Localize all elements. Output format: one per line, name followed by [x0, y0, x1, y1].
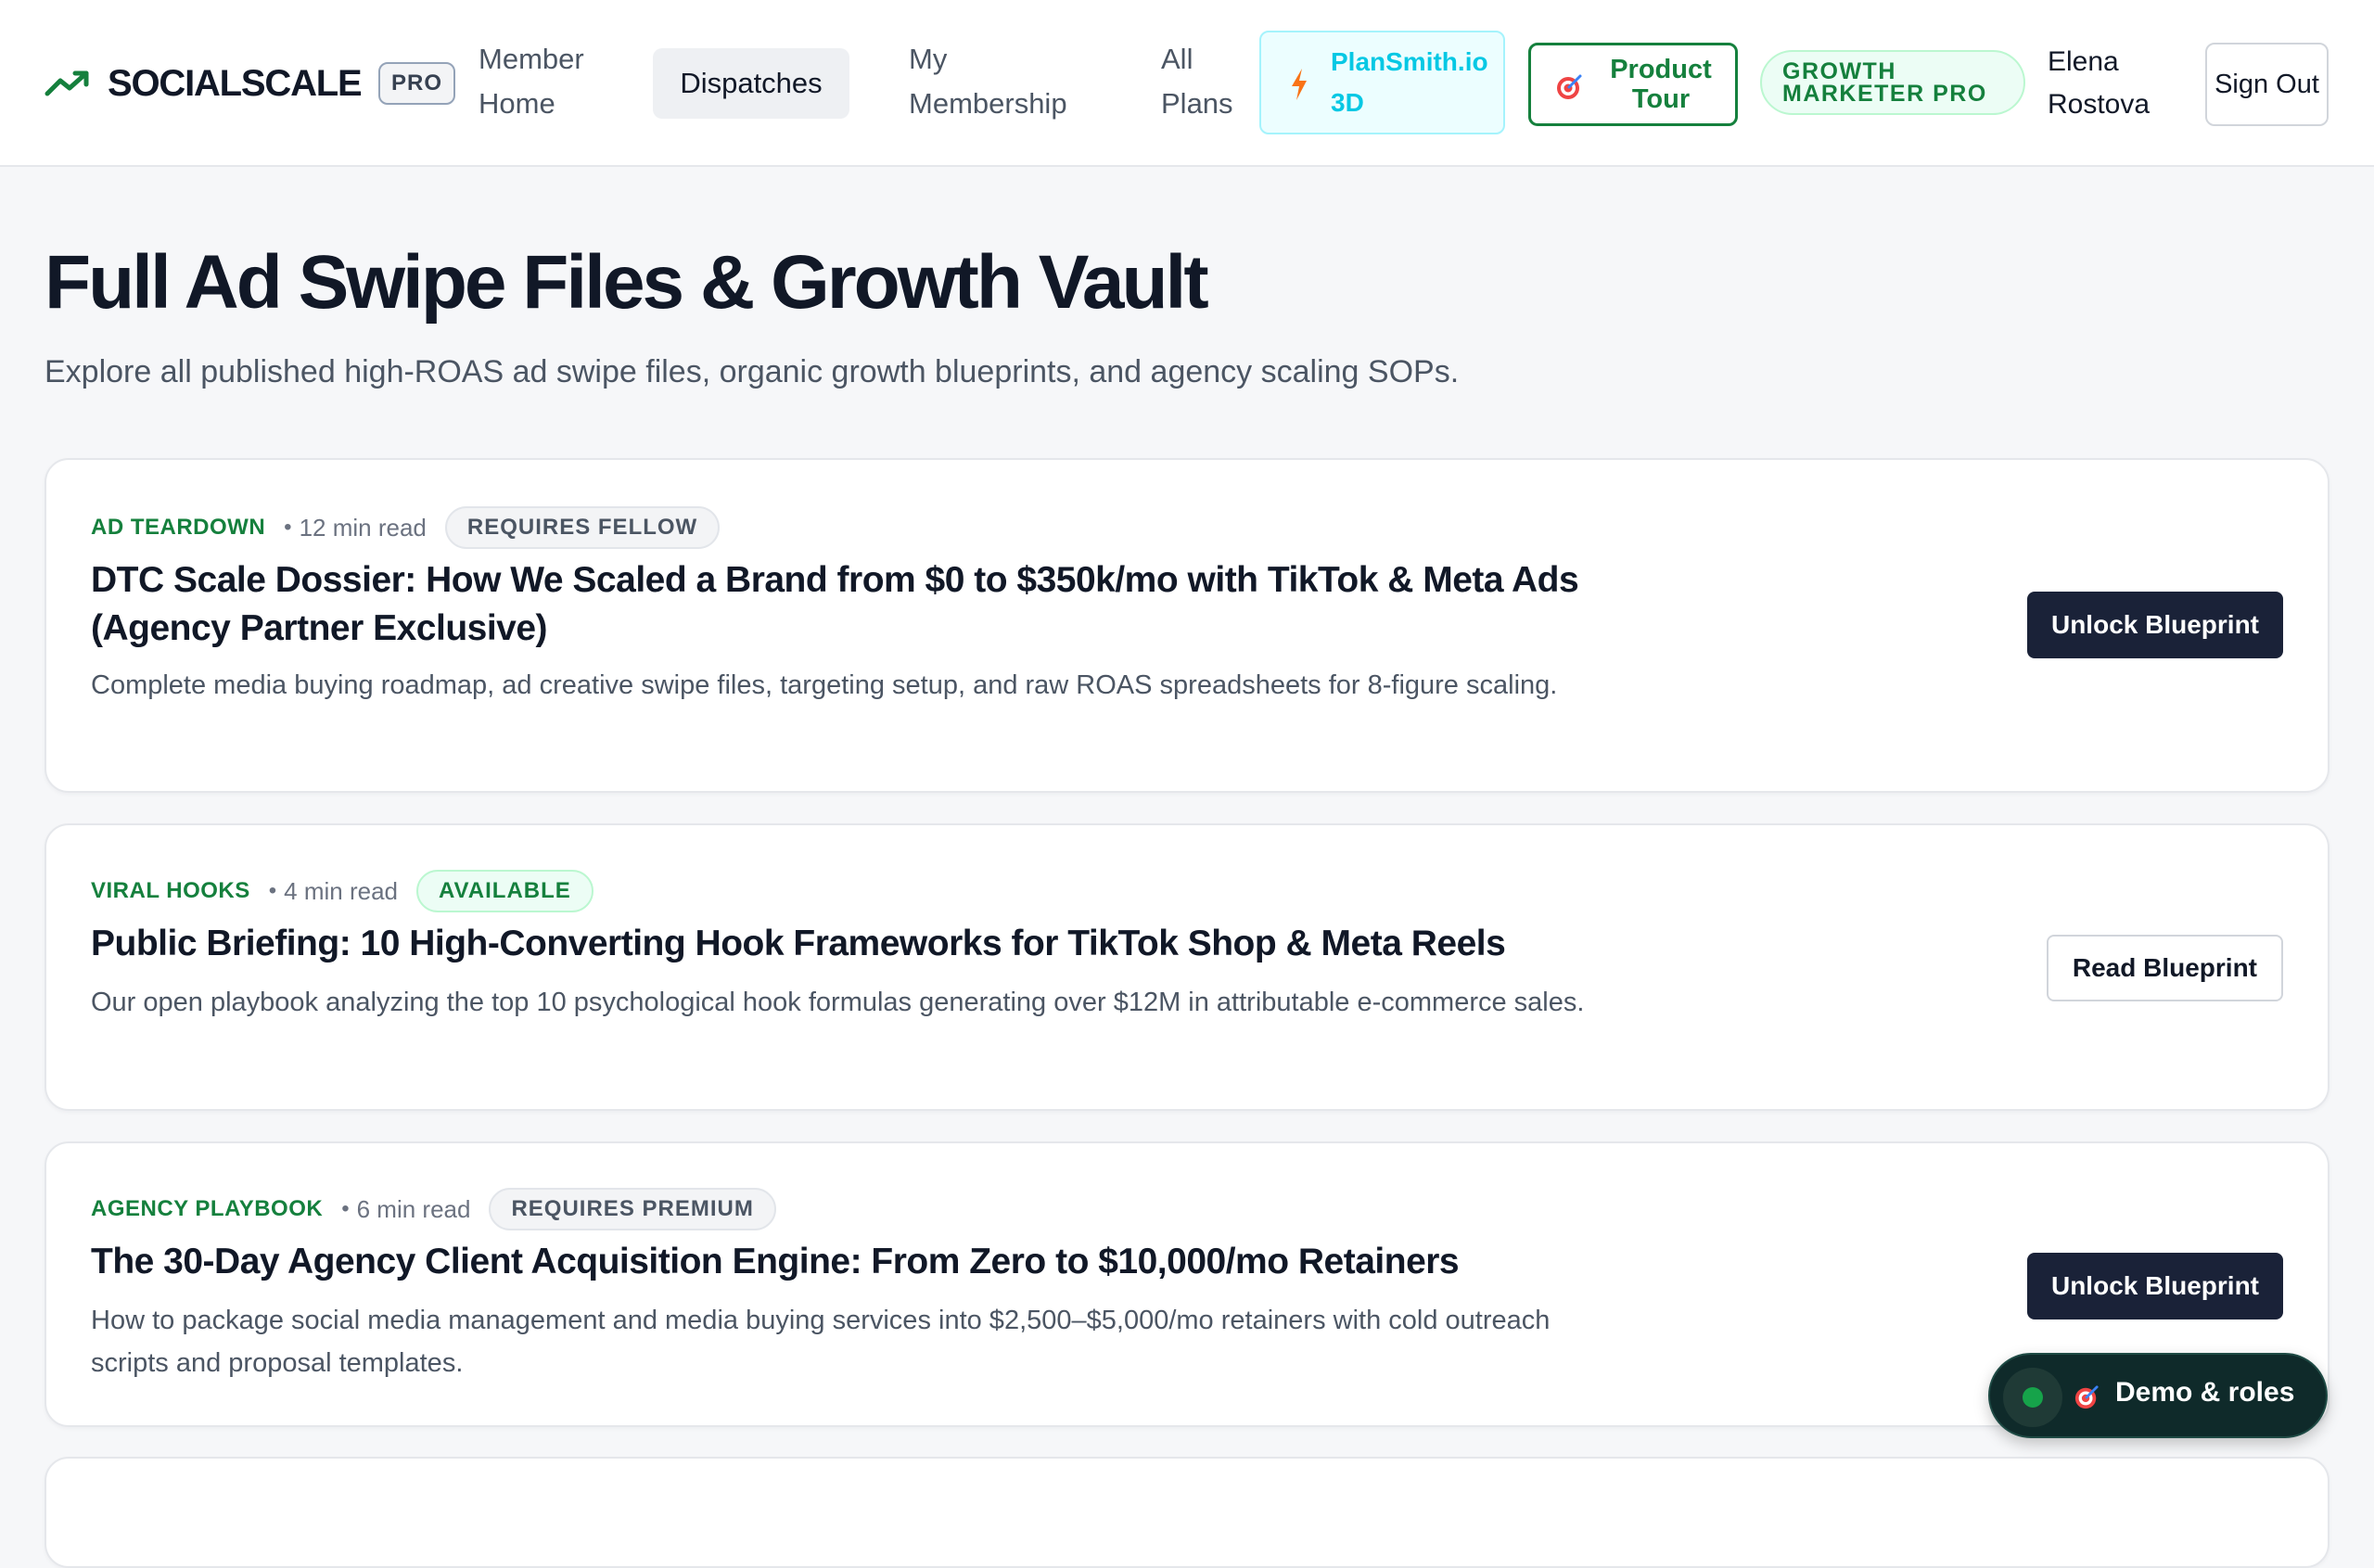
access-badge: REQUIRES PREMIUM: [489, 1188, 776, 1230]
nav-member-home[interactable]: Member Home: [479, 37, 584, 126]
card-meta: VIRAL HOOKS • 4 min read AVAILABLE: [91, 870, 594, 912]
plansmith-label: PlanSmith.io 3D: [1331, 47, 1488, 117]
card-description: Our open playbook analyzing the top 10 p…: [91, 988, 1585, 1017]
brand-name: SOCIALSCALE: [108, 62, 363, 104]
membership-tier-badge: GROWTH MARKETER PRO: [1760, 50, 2025, 115]
card-category: VIRAL HOOKS: [91, 878, 250, 903]
bolt-icon: [1292, 69, 1307, 100]
pro-badge: PRO: [378, 62, 455, 105]
card-category: AGENCY PLAYBOOK: [91, 1196, 324, 1221]
card-read-time: 4 min read: [284, 876, 398, 905]
unlock-blueprint-button[interactable]: Unlock Blueprint: [2026, 592, 2283, 658]
card-description: How to package social media management a…: [91, 1306, 1551, 1378]
blueprint-card: AD TEARDOWN • 12 min read REQUIRES FELLO…: [45, 458, 2329, 793]
card-title[interactable]: Public Briefing: 10 High-Converting Hook…: [91, 920, 1630, 968]
card-title[interactable]: DTC Scale Dossier: How We Scaled a Brand…: [91, 556, 1630, 653]
target-icon: [2074, 1385, 2099, 1409]
blueprint-card: AGENCY PLAYBOOK • 6 min read REQUIRES PR…: [45, 1141, 2329, 1427]
meta-separator: •: [268, 878, 277, 903]
user-name[interactable]: Elena Rostova: [2048, 41, 2187, 126]
meta-separator: •: [341, 1196, 350, 1221]
meta-separator: •: [284, 515, 292, 540]
top-navigation-bar: SOCIALSCALE PRO Member Home Dispatches M…: [0, 0, 2374, 167]
card-read-time: 12 min read: [299, 513, 427, 542]
nav-my-membership[interactable]: My Membership: [909, 37, 1104, 126]
product-tour-button[interactable]: Product Tour: [1528, 43, 1738, 126]
blueprint-card: [45, 1457, 2329, 1568]
access-badge: AVAILABLE: [416, 870, 594, 912]
plansmith-button[interactable]: PlanSmith.io 3D: [1259, 31, 1505, 134]
nav-dispatches[interactable]: Dispatches: [653, 48, 849, 119]
product-tour-label: Product Tour: [1610, 55, 1712, 114]
access-badge: REQUIRES FELLOW: [444, 506, 721, 549]
brand-logo[interactable]: SOCIALSCALE: [45, 57, 363, 109]
card-meta: AGENCY PLAYBOOK • 6 min read REQUIRES PR…: [91, 1188, 776, 1230]
sign-out-button[interactable]: Sign Out: [2205, 43, 2329, 126]
nav-all-plans[interactable]: All Plans: [1161, 37, 1244, 126]
unlock-blueprint-button[interactable]: Unlock Blueprint: [2026, 1253, 2283, 1319]
demo-roles-button[interactable]: Demo & roles: [1988, 1353, 2328, 1438]
online-status-indicator: [2003, 1368, 2062, 1427]
page-subtitle: Explore all published high-ROAS ad swipe…: [45, 354, 1460, 389]
card-description: Complete media buying roadmap, ad creati…: [91, 670, 1558, 700]
read-blueprint-button[interactable]: Read Blueprint: [2046, 935, 2283, 1001]
card-meta: AD TEARDOWN • 12 min read REQUIRES FELLO…: [91, 506, 721, 549]
target-icon: [1557, 74, 1582, 99]
blueprint-card: VIRAL HOOKS • 4 min read AVAILABLE Publi…: [45, 823, 2329, 1111]
page-title: Full Ad Swipe Files & Growth Vault: [45, 240, 1209, 325]
card-read-time: 6 min read: [356, 1194, 471, 1223]
card-category: AD TEARDOWN: [91, 515, 266, 540]
trending-up-icon: [45, 70, 89, 96]
demo-roles-label: Demo & roles: [2115, 1377, 2295, 1408]
card-title[interactable]: The 30-Day Agency Client Acquisition Eng…: [91, 1238, 1630, 1286]
